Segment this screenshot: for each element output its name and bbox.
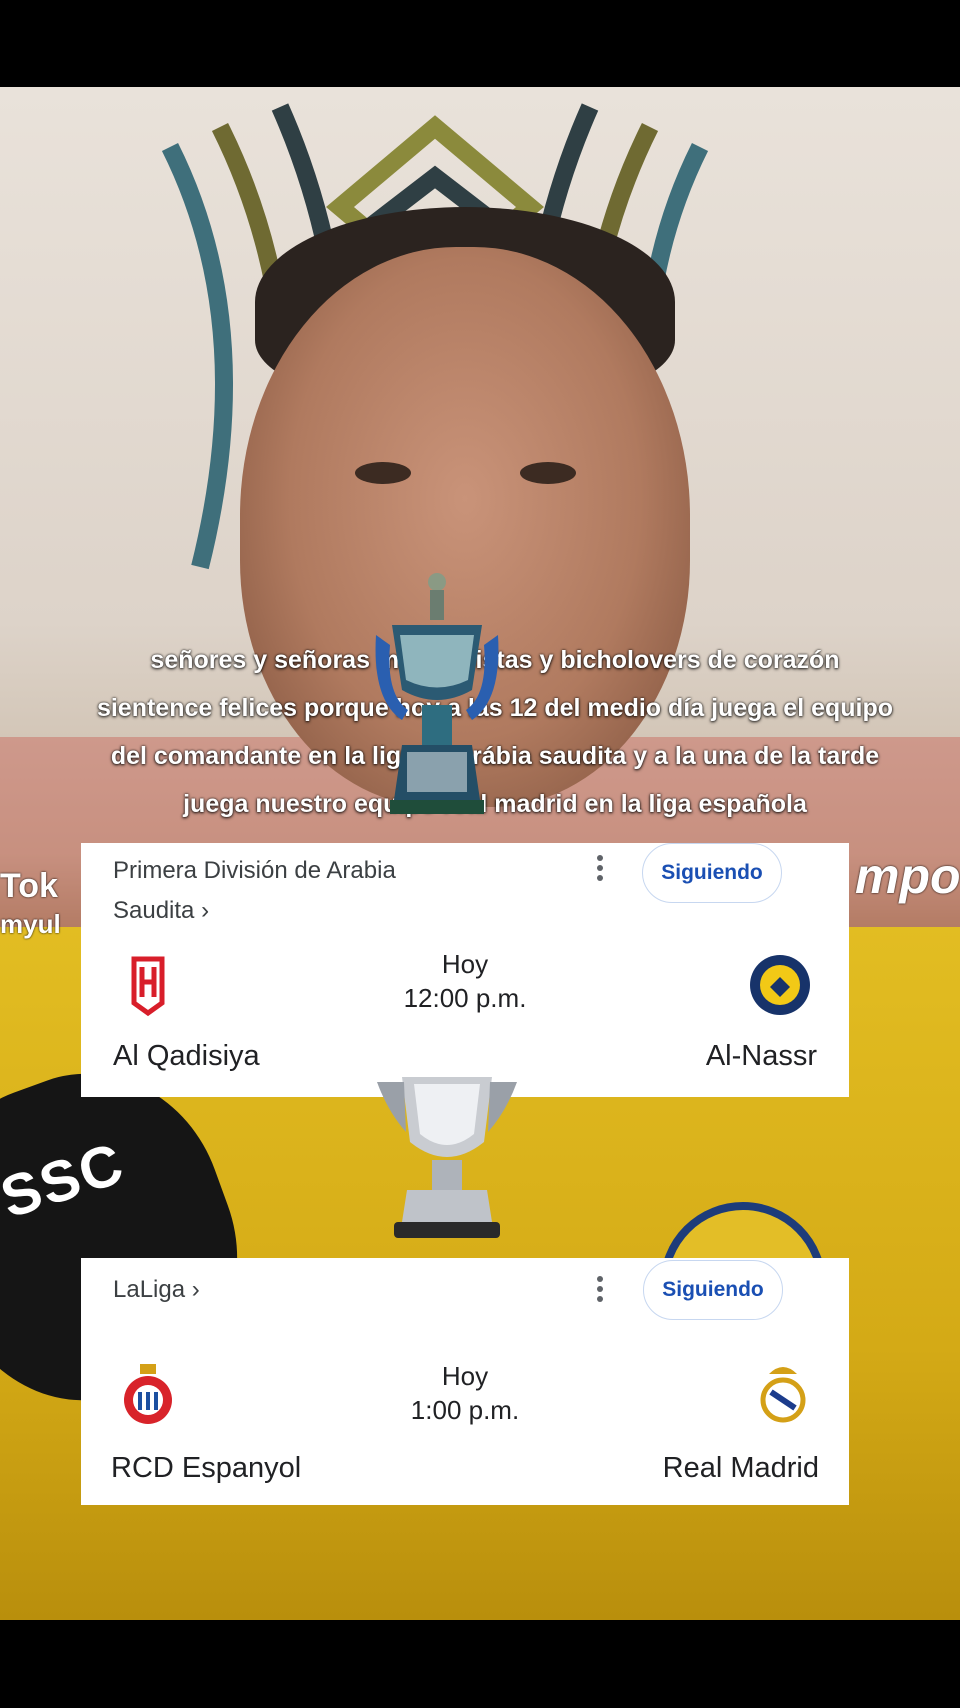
more-options-icon[interactable] <box>586 851 614 891</box>
match-card-saudi[interactable]: Primera División de Arabia Saudita › Sig… <box>81 843 849 1097</box>
follow-button[interactable]: Siguiendo <box>643 1260 783 1320</box>
match-day: Hoy <box>441 949 489 979</box>
sponsor-fragment: mpo <box>855 848 960 904</box>
al-nassr-logo-icon <box>750 955 810 1015</box>
away-team-name[interactable]: Real Madrid <box>663 1452 819 1485</box>
watermark-user: myul <box>0 909 61 939</box>
follow-button[interactable]: Siguiendo <box>642 843 782 903</box>
league-title-laliga[interactable]: LaLiga › <box>113 1270 473 1310</box>
away-team-name[interactable]: Al-Nassr <box>706 1040 817 1073</box>
laliga-trophy-icon <box>377 1077 517 1238</box>
league-line-2: Saudita › <box>113 897 210 924</box>
home-team-name[interactable]: Al Qadisiya <box>113 1040 260 1073</box>
right-eye <box>520 462 576 484</box>
more-options-icon[interactable] <box>586 1272 614 1312</box>
match-time: 12:00 p.m. <box>403 983 527 1013</box>
league-line-1: Primera División de Arabia <box>113 857 396 884</box>
match-card-laliga[interactable]: LaLiga › Siguiendo Hoy 1:00 p.m. RCD Esp… <box>81 1258 849 1505</box>
match-time: 1:00 p.m. <box>410 1395 520 1425</box>
real-madrid-logo-icon <box>760 1367 806 1423</box>
al-qadisiya-logo-icon <box>131 956 165 1017</box>
match-day: Hoy <box>441 1361 489 1391</box>
rcd-espanyol-logo-icon <box>124 1364 172 1424</box>
league-title-saudi[interactable]: Primera División de Arabia Saudita › <box>113 851 473 931</box>
watermark-tok: Tok <box>0 867 58 905</box>
left-eye <box>355 462 411 484</box>
home-team-name[interactable]: RCD Espanyol <box>111 1452 301 1485</box>
saudi-league-trophy-icon <box>375 573 499 814</box>
